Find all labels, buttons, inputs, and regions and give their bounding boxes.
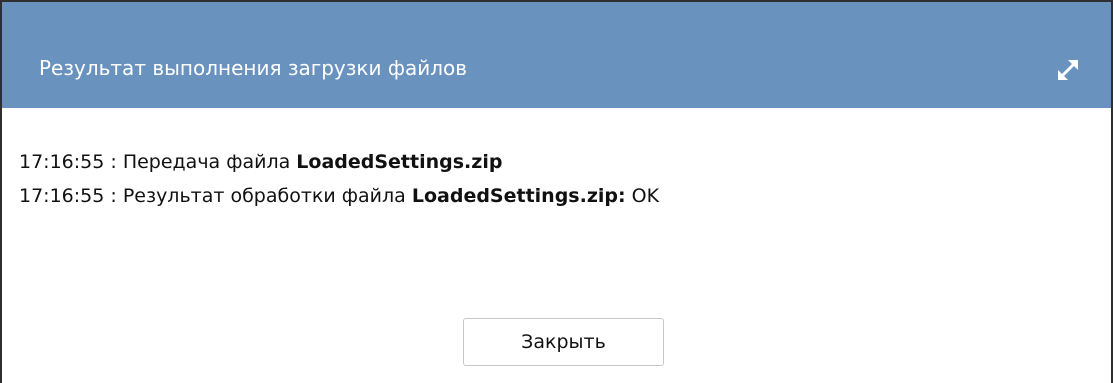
file-name: LoadedSettings.zip: — [411, 185, 626, 207]
dialog-title: Результат выполнения загрузки файлов — [39, 56, 467, 80]
log-line-transfer: 17:16:55 : Передача файла LoadedSettings… — [19, 145, 659, 179]
expand-icon[interactable] — [1051, 53, 1085, 87]
file-name: LoadedSettings.zip — [296, 151, 503, 173]
log-line-text: 17:16:55 : Передача файла — [19, 151, 297, 173]
upload-log: 17:16:55 : Передача файла LoadedSettings… — [19, 145, 659, 213]
log-line-status: OK — [625, 185, 660, 207]
upload-result-dialog: Результат выполнения загрузки файлов 17:… — [0, 0, 1113, 383]
log-line-text: 17:16:55 : Результат обработки файла — [19, 185, 412, 207]
log-line-result: 17:16:55 : Результат обработки файла Loa… — [19, 179, 659, 213]
close-button[interactable]: Закрыть — [463, 318, 664, 366]
dialog-header: Результат выполнения загрузки файлов — [2, 2, 1111, 108]
